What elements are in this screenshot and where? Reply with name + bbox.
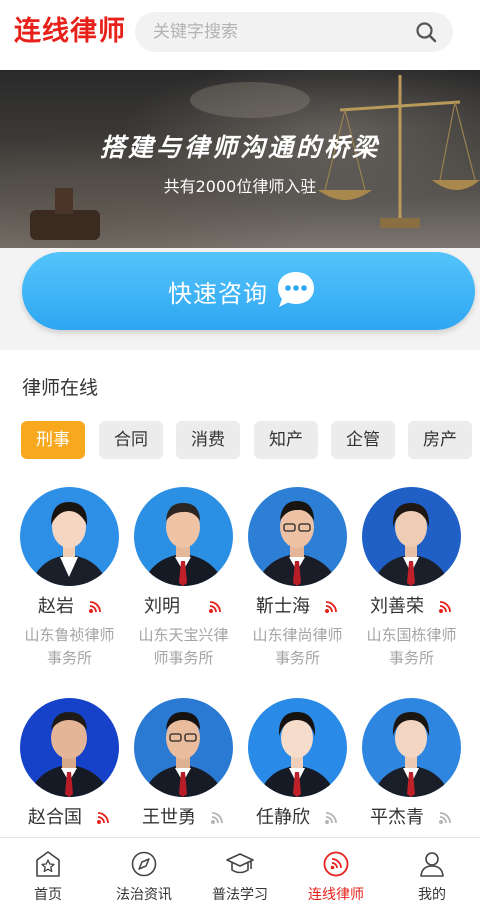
lawyer-firm: 山东天宝兴律 师事务所 [126, 624, 241, 670]
lawyer-name-line: 刘明 [126, 595, 241, 619]
lawyer-firm-line2: 事务所 [388, 649, 434, 667]
lawyer-name-line: 赵合国 [12, 806, 127, 830]
category-tab-consumer[interactable]: 消费 [176, 421, 240, 459]
lawyer-firm-line1: 山东律尚律师 [252, 626, 343, 644]
lawyer-name: 任静欣 [256, 807, 310, 828]
tab-label: 我的 [418, 887, 446, 903]
lawyer-avatar [362, 698, 461, 797]
lawyer-name: 刘善荣 [370, 596, 424, 617]
quick-consult-label: 快速咨询 [168, 280, 268, 308]
tab-law-study[interactable]: 普法学习 [192, 838, 288, 917]
user-icon [420, 852, 444, 877]
lawyer-avatar [248, 698, 347, 797]
section-title-lawyers-online: 律师在线 [22, 377, 99, 399]
lawyer-name: 赵合国 [28, 807, 82, 828]
category-tabs: 刑事 合同 消费 知产 企管 房产 [21, 421, 480, 459]
tab-home[interactable]: 首页 [0, 838, 96, 917]
online-signal-icon [209, 601, 221, 613]
lawyer-avatar [248, 487, 347, 586]
tab-connect-lawyer[interactable]: 连线律师 [288, 838, 384, 917]
lawyer-avatar [134, 487, 233, 586]
lawyer-firm: 山东鲁祯律师 事务所 [12, 624, 127, 670]
lawyer-name-line: 王世勇 [126, 806, 241, 830]
online-signal-icon [89, 601, 101, 613]
home-star-icon [36, 851, 60, 877]
tab-profile[interactable]: 我的 [384, 838, 480, 917]
offline-signal-icon [325, 812, 337, 824]
tab-label: 普法学习 [212, 887, 268, 903]
lawyer-firm: 山东律尚律师 事务所 [240, 624, 355, 670]
lawyer-firm-line1: 山东国栋律师 [366, 626, 457, 644]
lawyer-name-line: 任静欣 [240, 806, 355, 830]
search-input[interactable] [153, 12, 403, 52]
offline-signal-icon [439, 812, 451, 824]
lawyer-firm-line2: 师事务所 [153, 649, 214, 667]
lawyer-avatar [362, 487, 461, 586]
online-signal-icon [325, 601, 337, 613]
search-bar[interactable] [135, 12, 453, 52]
bottom-tab-bar: 首页 法治资讯 普法学习 连线律师 我的 [0, 837, 480, 917]
chat-bubble-icon [278, 272, 314, 307]
lawyer-name: 靳士海 [256, 596, 310, 617]
lawyer-avatar [20, 698, 119, 797]
lawyer-name-line: 赵岩 [12, 595, 127, 619]
promo-banner[interactable]: 搭建与律师沟通的桥梁 共有2000位律师入驻 快速咨询 [0, 70, 480, 350]
lawyer-name: 赵岩 [38, 596, 74, 617]
category-tab-corporate[interactable]: 企管 [331, 421, 395, 459]
lawyer-firm: 山东国栋律师 事务所 [354, 624, 469, 670]
category-tab-ip[interactable]: 知产 [254, 421, 318, 459]
lawyer-name-line: 靳士海 [240, 595, 355, 619]
banner-headline: 搭建与律师沟通的桥梁 [99, 133, 380, 162]
lawyer-name-line: 刘善荣 [354, 595, 469, 619]
category-tab-criminal[interactable]: 刑事 [21, 421, 85, 459]
category-tab-real-estate[interactable]: 房产 [408, 421, 472, 459]
lawyer-name: 王世勇 [142, 807, 196, 828]
online-signal-icon [439, 601, 451, 613]
category-tab-contract[interactable]: 合同 [99, 421, 163, 459]
banner-subtitle: 共有2000位律师入驻 [163, 177, 317, 196]
search-icon[interactable] [415, 21, 437, 43]
online-signal-icon [97, 812, 109, 824]
offline-signal-icon [211, 812, 223, 824]
lawyer-firm-line1: 山东鲁祯律师 [24, 626, 115, 644]
app-header: 连线律师 [0, 0, 480, 66]
tab-legal-news[interactable]: 法治资讯 [96, 838, 192, 917]
tab-label: 连线律师 [308, 887, 364, 903]
lawyer-firm-line2: 事务所 [274, 649, 320, 667]
app-title: 连线律师 [14, 16, 126, 47]
tab-label: 法治资讯 [116, 887, 172, 903]
lawyer-avatar [20, 487, 119, 586]
lawyer-call-icon [323, 851, 349, 877]
graduation-cap-icon [226, 853, 254, 874]
tab-label: 首页 [34, 887, 62, 903]
lawyer-name-line: 平杰青 [354, 806, 469, 830]
lawyer-firm-line2: 事务所 [46, 649, 92, 667]
quick-consult-button[interactable]: 快速咨询 [22, 252, 475, 330]
lawyer-firm-line1: 山东天宝兴律 [138, 626, 229, 644]
lawyer-name: 平杰青 [370, 807, 424, 828]
compass-icon [131, 851, 157, 877]
lawyer-avatar [134, 698, 233, 797]
banner-photo: 搭建与律师沟通的桥梁 共有2000位律师入驻 [0, 70, 480, 248]
lawyer-name: 刘明 [144, 596, 180, 617]
